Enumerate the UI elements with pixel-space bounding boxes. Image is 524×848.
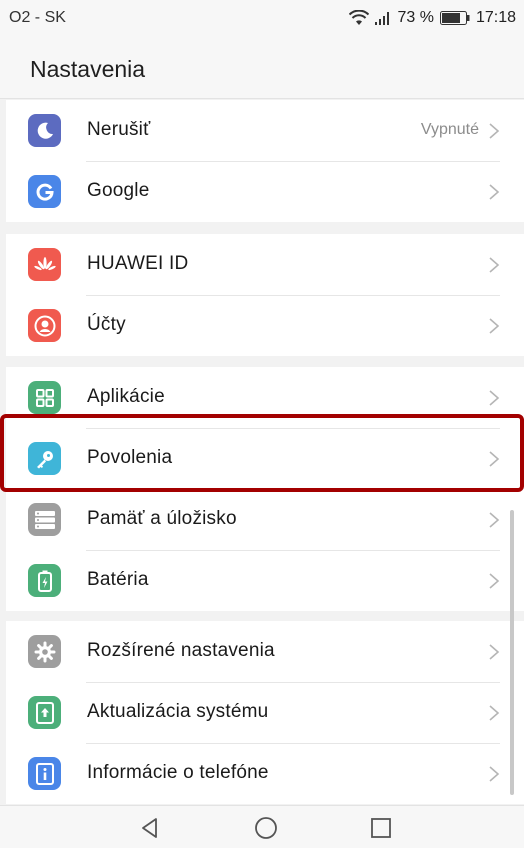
navigation-bar [0,805,524,848]
settings-group-4: Rozšírené nastavenia Aktualizácia systém… [6,621,524,804]
chevron-right-icon [489,512,500,528]
chevron-right-icon [489,573,500,589]
key-icon [28,442,61,475]
status-bar: O2 - SK 73 % 17:18 [0,0,524,38]
google-icon [28,175,61,208]
carrier-label: O2 - SK [9,9,66,26]
huawei-icon [28,248,61,281]
storage-icon [28,503,61,536]
chevron-right-icon [489,318,500,334]
settings-item-label: Povolenia [87,447,173,468]
apps-icon [28,381,61,414]
settings-item-label: Pamäť a úložisko [87,508,237,529]
settings-item-label: Informácie o telefóne [87,762,269,783]
settings-item-label: Google [87,180,150,201]
recents-icon[interactable] [369,816,393,840]
chevron-right-icon [489,644,500,660]
chevron-right-icon [489,123,500,139]
chevron-right-icon [489,451,500,467]
chevron-right-icon [489,390,500,406]
chevron-right-icon [489,257,500,273]
wifi-icon [349,10,370,26]
settings-item-bateria[interactable]: Batéria [6,550,524,611]
settings-item-label: Účty [87,314,126,335]
settings-item-informacie[interactable]: Informácie o telefóne [6,743,524,804]
settings-item-label: Rozšírené nastavenia [87,640,275,661]
settings-item-label: Batéria [87,569,149,590]
back-icon[interactable] [138,816,162,840]
status-icons: 73 % 17:18 [349,7,516,29]
settings-item-nerusit[interactable]: Nerušiť Vypnuté [6,100,524,161]
chevron-right-icon [489,705,500,721]
settings-group-2: HUAWEI ID Účty [6,234,524,356]
battery-status-icon [439,11,470,25]
home-icon[interactable] [254,816,278,840]
settings-item-label: Nerušiť [87,119,151,140]
settings-item-google[interactable]: Google [6,161,524,222]
gear-icon [28,635,61,668]
settings-item-label: HUAWEI ID [87,253,189,274]
settings-item-label: Aktualizácia systému [87,701,269,722]
account-icon [28,309,61,342]
signal-icon [375,11,391,25]
settings-item-aplikacie[interactable]: Aplikácie [6,367,524,428]
chevron-right-icon [489,766,500,782]
moon-icon [28,114,61,147]
settings-item-label: Aplikácie [87,386,165,407]
battery-icon [28,564,61,597]
settings-item-ucty[interactable]: Účty [6,295,524,356]
clock: 17:18 [475,9,516,26]
update-icon [28,696,61,729]
settings-item-value: Vypnuté [420,121,479,138]
scrollbar[interactable] [510,510,514,795]
settings-item-huawei-id[interactable]: HUAWEI ID [6,234,524,295]
settings-item-rozsirene[interactable]: Rozšírené nastavenia [6,621,524,682]
settings-item-povolenia[interactable]: Povolenia [6,428,524,489]
settings-item-aktualizacia[interactable]: Aktualizácia systému [6,682,524,743]
settings-group-1: Nerušiť Vypnuté Google [6,100,524,222]
info-icon [28,757,61,790]
settings-item-pamat[interactable]: Pamäť a úložisko [6,489,524,550]
settings-group-3: Aplikácie Povolenia Pamäť a úložisko Bat… [6,367,524,611]
chevron-right-icon [489,184,500,200]
battery-percent: 73 % [397,9,434,26]
app-header: Nastavenia [0,38,524,99]
page-title: Nastavenia [30,56,146,82]
